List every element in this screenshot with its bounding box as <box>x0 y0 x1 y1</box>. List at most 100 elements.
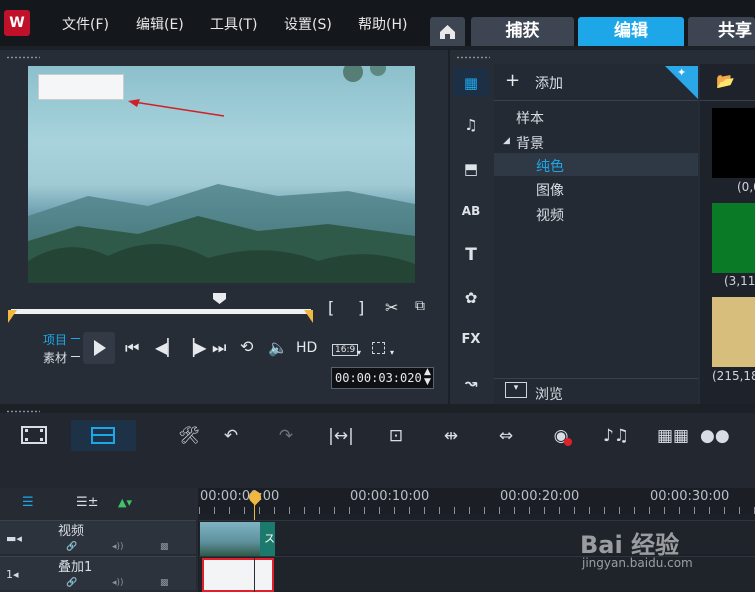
import-folder-icon[interactable]: 📂 <box>716 72 735 90</box>
panel-grip[interactable] <box>456 56 490 59</box>
next-frame-icon[interactable]: ▕▶ <box>182 338 207 357</box>
menu-file[interactable]: 文件(F) <box>62 14 109 34</box>
chevron-down-icon: ▾ <box>357 348 362 357</box>
filmstrip-icon <box>21 426 47 444</box>
tab-capture[interactable]: 捕获 <box>471 17 574 46</box>
pin-glyph-icon: ✦ <box>677 66 687 79</box>
chapter-marker-icon[interactable]: ▲▾ <box>118 496 132 509</box>
tree-item-samples[interactable]: 样本 <box>516 108 544 128</box>
clip-split-line <box>254 558 255 592</box>
tree-item-solid-color[interactable]: 纯色 <box>536 156 564 176</box>
link-icon[interactable]: 🔗 <box>66 578 77 588</box>
fx-icon[interactable]: FX <box>455 327 487 353</box>
go-to-end-icon[interactable]: ⏭ <box>212 338 226 358</box>
title-ab-icon[interactable]: AB <box>455 198 487 224</box>
link-icon[interactable]: 🔗 <box>66 542 77 552</box>
browse-button[interactable]: 浏览 <box>535 384 563 404</box>
previous-frame-icon[interactable]: ◀▏ <box>155 338 180 357</box>
project-mode-label[interactable]: 项目 <box>43 331 67 348</box>
path-icon[interactable]: ↝ <box>455 370 487 396</box>
split-clip-icon[interactable]: ✂ <box>385 298 398 317</box>
ruler-ticks <box>199 507 755 514</box>
tools-icon[interactable]: 🛠 <box>175 426 203 446</box>
mark-in-icon[interactable]: [ <box>328 298 334 317</box>
menu-help[interactable]: 帮助(H) <box>358 14 407 34</box>
volume-icon[interactable]: 🔈 <box>268 338 288 357</box>
play-icon <box>94 340 106 356</box>
thumb-caption: (0,0 <box>737 180 755 194</box>
timeline-view-icon <box>91 427 115 444</box>
media-icon[interactable]: ▦ <box>455 70 487 96</box>
timeline-view-button[interactable] <box>71 420 136 451</box>
preview-window[interactable] <box>28 66 415 283</box>
add-folder-button[interactable]: 添加 <box>535 73 563 93</box>
play-button[interactable] <box>83 332 115 364</box>
timecode-stepper[interactable]: ▲ ▼ <box>424 367 431 387</box>
ruler-tick-label: 00:00:20:00 <box>500 489 580 504</box>
tab-share[interactable]: 共享 <box>688 17 755 46</box>
tree-item-image[interactable]: 图像 <box>536 180 564 200</box>
overlay-white-box[interactable] <box>38 74 124 100</box>
menu-tools[interactable]: 工具(T) <box>210 14 257 34</box>
watermark-url: jingyan.baidu.com <box>582 556 693 570</box>
tab-edit[interactable]: 编辑 <box>578 17 684 46</box>
panel-grip[interactable] <box>6 410 40 413</box>
multi-camera-icon[interactable]: ▦▦ <box>657 426 689 446</box>
app-logo-icon: W <box>4 10 30 36</box>
storyboard-view-button[interactable] <box>20 424 48 446</box>
track-volume-icon[interactable]: ◂)) <box>112 542 124 552</box>
text-icon[interactable]: T <box>455 242 487 268</box>
thumb-color-green[interactable] <box>712 203 755 273</box>
repeat-icon[interactable]: ⟲ <box>240 337 253 356</box>
white-overlay-clip[interactable] <box>202 558 274 592</box>
track-manager-icon[interactable]: ☰ <box>22 495 34 510</box>
timecode-display[interactable]: 00:00:03:020 <box>331 367 434 389</box>
undo-icon[interactable]: ↶ <box>217 426 245 446</box>
ripple-icon[interactable]: ▩ <box>160 578 169 588</box>
track-volume-icon[interactable]: ◂)) <box>112 578 124 588</box>
divider <box>494 100 698 101</box>
trim-icon[interactable]: ⇔ <box>492 426 520 446</box>
redo-icon[interactable]: ↷ <box>272 426 300 446</box>
record-dot-icon <box>564 438 572 446</box>
fit-project-icon[interactable]: |↔| <box>327 426 355 446</box>
overlay-track-number-icon: 1◂ <box>6 568 19 581</box>
audio-icon[interactable]: ♫ <box>455 112 487 138</box>
mark-out-icon[interactable]: ] <box>358 298 364 317</box>
red-arrow-annotation <box>128 99 225 117</box>
tree-selection-highlight <box>494 153 698 176</box>
menu-edit[interactable]: 编辑(E) <box>136 14 184 34</box>
thumb-color-black[interactable] <box>712 108 755 178</box>
thumb-color-tan[interactable] <box>712 297 755 367</box>
tree-item-video[interactable]: 视频 <box>536 205 564 225</box>
tree-item-background[interactable]: 背景 <box>516 133 544 153</box>
expand-arrow-icon[interactable]: ◢ <box>503 136 510 146</box>
overlay-track-icon[interactable]: ●● <box>700 426 730 446</box>
go-to-start-icon[interactable]: ⏮ <box>125 338 139 358</box>
fit-window-icon[interactable]: ⊡ <box>382 426 410 446</box>
selection-tool-icon[interactable] <box>372 342 385 354</box>
browse-icon[interactable]: ▾ <box>505 382 527 398</box>
clip-mode-label[interactable]: 素材 <box>43 349 67 366</box>
aspect-ratio-selector[interactable]: 16:9 <box>332 344 359 356</box>
enlarge-preview-icon[interactable]: ⧉ <box>415 298 425 314</box>
video-clip[interactable] <box>200 522 260 556</box>
menu-settings[interactable]: 设置(S) <box>284 14 332 34</box>
add-track-icon[interactable]: ☰± <box>76 495 99 510</box>
scrubber-bar[interactable] <box>11 309 311 314</box>
transition-icon[interactable]: ⬒ <box>455 156 487 182</box>
hd-preview-toggle[interactable]: HD <box>296 340 317 356</box>
home-tab[interactable] <box>430 17 465 46</box>
track-label-overlay: 叠加1 <box>58 560 93 575</box>
ripple-edit-icon[interactable]: ⇹ <box>437 426 465 446</box>
ruler-tick-label: 00:00:10:00 <box>350 489 430 504</box>
audio-mixer-icon[interactable]: ♪♫ <box>602 426 630 446</box>
transition-clip[interactable]: ス <box>260 522 275 556</box>
add-icon[interactable]: + <box>505 70 520 91</box>
divider <box>700 100 755 101</box>
thumb-caption: (3,11 <box>724 274 755 288</box>
graphics-icon[interactable]: ✿ <box>455 285 487 311</box>
ripple-icon[interactable]: ▩ <box>160 542 169 552</box>
ruler-tick-label: 00:00:00:00 <box>200 489 280 504</box>
panel-grip[interactable] <box>6 56 40 59</box>
